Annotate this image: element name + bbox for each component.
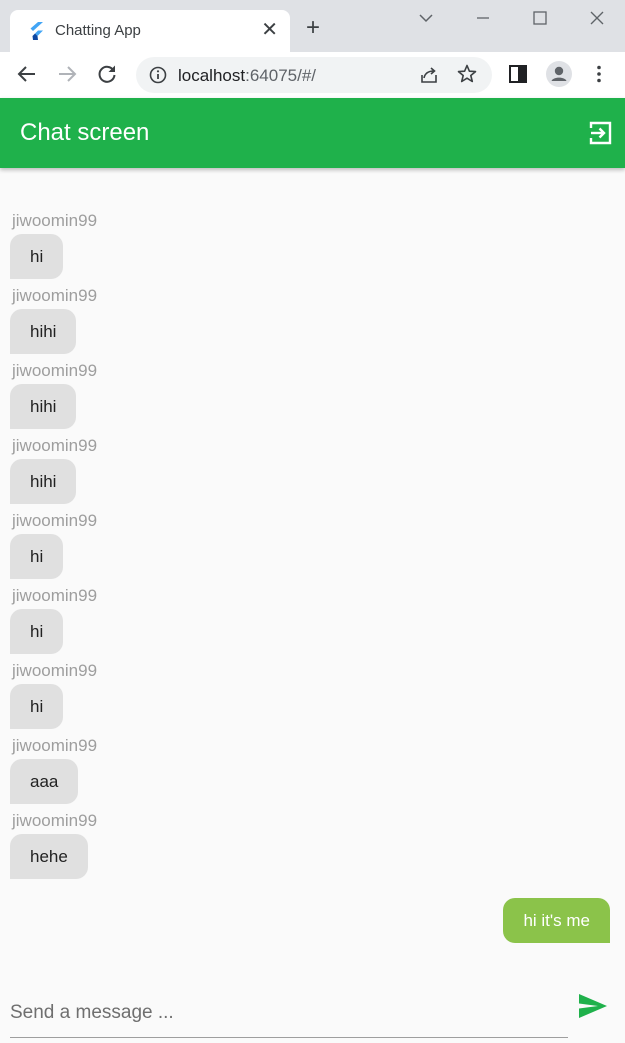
message-bubble: hehe — [10, 834, 88, 879]
url-text: localhost:64075/#/ — [178, 66, 316, 86]
url-path: :64075/#/ — [245, 66, 317, 85]
message-input[interactable] — [10, 988, 568, 1038]
logout-icon[interactable] — [588, 120, 614, 146]
forward-arrow-icon[interactable] — [55, 62, 79, 86]
message-username: jiwoomin99 — [12, 361, 98, 380]
minimize-icon[interactable] — [473, 8, 493, 28]
side-panel-icon[interactable] — [506, 62, 530, 86]
message-bubble: hihi — [10, 384, 77, 429]
message-username: jiwoomin99 — [12, 436, 98, 455]
send-icon[interactable] — [578, 993, 608, 1019]
message-username: jiwoomin99 — [12, 811, 98, 830]
message-bubble: hihi — [10, 459, 77, 504]
message-list[interactable]: jiwoomin99 hi jiwoomin99 hihi jiwoomin99… — [0, 168, 625, 968]
tab-close-icon[interactable]: ✕ — [261, 18, 278, 42]
reload-icon[interactable] — [95, 62, 119, 86]
message-composer — [0, 968, 625, 1043]
more-menu-icon[interactable] — [587, 62, 611, 86]
message-bubble: hi — [10, 609, 64, 654]
browser-tab[interactable]: Chatting App ✕ — [10, 10, 290, 52]
tab-search-chevron-icon[interactable] — [416, 8, 436, 28]
new-tab-button[interactable]: + — [306, 16, 320, 40]
message-username: jiwoomin99 — [12, 661, 98, 680]
url-host: localhost — [178, 66, 246, 85]
close-window-icon[interactable] — [587, 8, 607, 28]
message-username: jiwoomin99 — [12, 736, 98, 755]
message-username: jiwoomin99 — [12, 511, 98, 530]
page-title: Chat screen — [20, 119, 150, 146]
browser-toolbar: localhost:64075/#/ — [0, 52, 625, 98]
address-bar[interactable]: localhost:64075/#/ — [136, 57, 492, 93]
tab-title: Chatting App — [55, 22, 141, 39]
flutter-logo-icon — [30, 22, 43, 40]
message-username: jiwoomin99 — [12, 586, 98, 605]
browser-tab-strip: Chatting App ✕ + — [0, 0, 625, 52]
back-arrow-icon[interactable] — [15, 62, 39, 86]
message-bubble: aaa — [10, 759, 79, 804]
message-username: jiwoomin99 — [12, 211, 98, 230]
message-bubble: hi — [10, 234, 64, 279]
message-bubble: hi — [10, 534, 64, 579]
message-username: jiwoomin99 — [12, 286, 98, 305]
my-message-bubble: hi it's me — [503, 898, 610, 943]
bookmark-star-icon[interactable] — [456, 63, 478, 85]
app-bar: Chat screen — [0, 98, 625, 168]
share-icon[interactable] — [418, 64, 440, 86]
profile-avatar-icon[interactable] — [545, 60, 573, 88]
message-bubble: hihi — [10, 309, 77, 354]
message-bubble: hi — [10, 684, 64, 729]
maximize-icon[interactable] — [530, 8, 550, 28]
site-info-icon[interactable] — [148, 65, 168, 85]
